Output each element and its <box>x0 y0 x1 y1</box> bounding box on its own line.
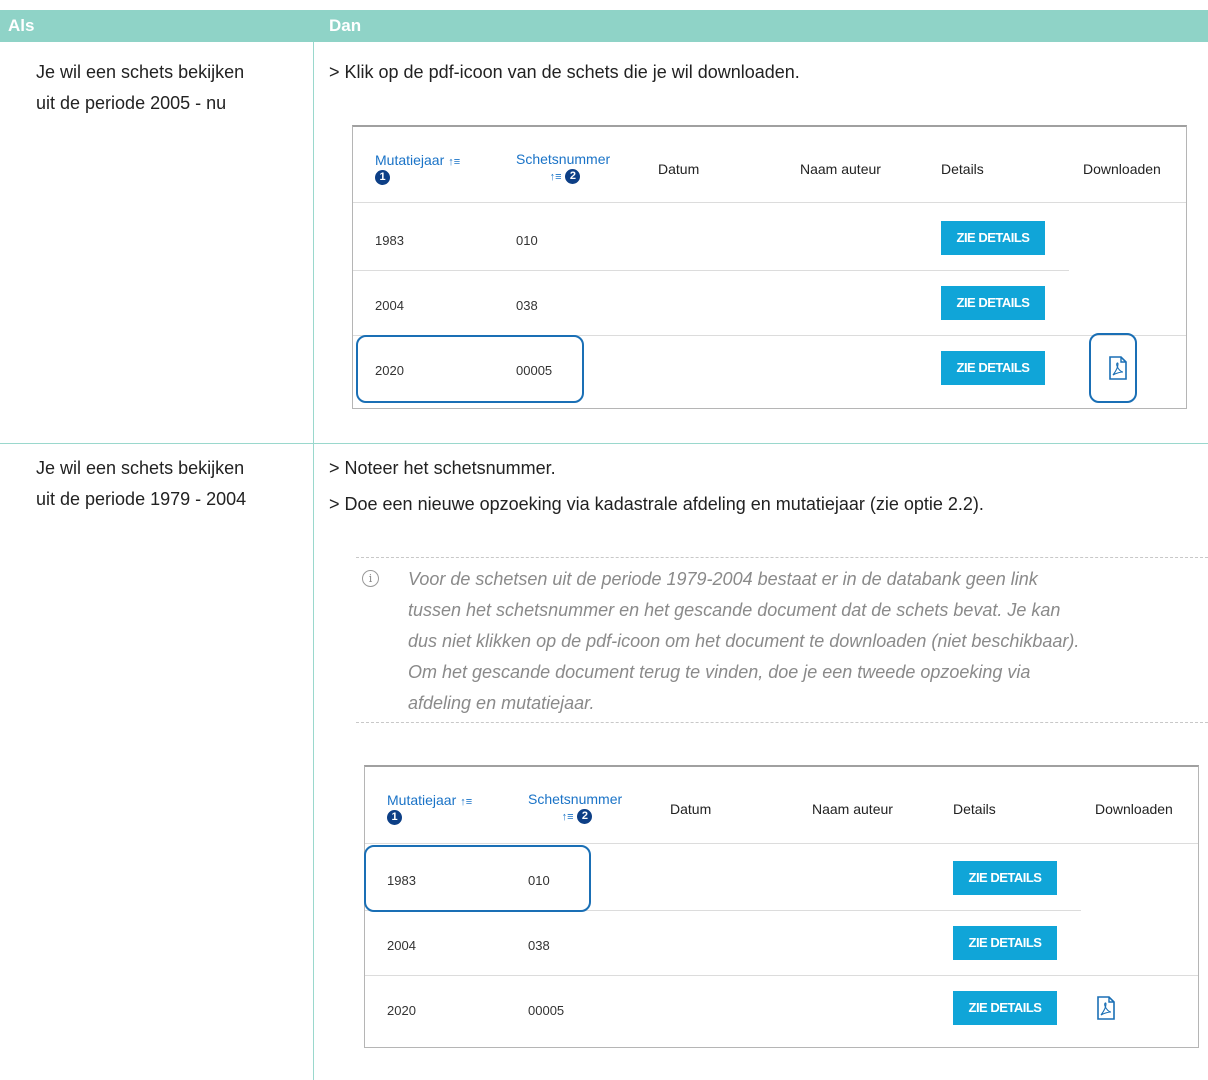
th-details: Details <box>941 161 984 177</box>
sort-icon[interactable]: ↑≡ <box>550 171 562 183</box>
row-divider <box>365 843 1198 844</box>
zie-details-button[interactable]: ZIE DETAILS <box>941 286 1045 320</box>
pdf-icon[interactable] <box>1096 996 1116 1020</box>
cell-nummer: 038 <box>516 298 538 313</box>
column-divider <box>313 42 314 1080</box>
step-nieuwe-opzoeking: > Doe een nieuwe opzoeking via kadastral… <box>329 494 984 514</box>
th-downloaden: Downloaden <box>1095 801 1173 817</box>
badge-2: 2 <box>577 808 593 824</box>
step-noteer: > Noteer het schetsnummer. <box>329 458 556 478</box>
info-note: i Voor de schetsen uit de periode 1979-2… <box>356 557 1208 723</box>
zie-details-button[interactable]: ZIE DETAILS <box>953 861 1057 895</box>
table-header: Als Dan <box>0 10 1208 42</box>
cell-nummer: 038 <box>528 938 550 953</box>
badge-2: 2 <box>565 168 581 184</box>
condition-1: Je wil een schets bekijken uit de period… <box>36 57 244 119</box>
cell-jaar: 2020 <box>387 1003 416 1018</box>
th-auteur: Naam auteur <box>800 161 881 177</box>
step-click-pdf: > Klik op de pdf-icoon van de schets die… <box>329 62 800 82</box>
sort-icon[interactable]: ↑≡ <box>448 156 460 168</box>
highlight-pdf-icon <box>1089 333 1137 403</box>
condition-1-line1: Je wil een schets bekijken <box>36 62 245 82</box>
th-auteur: Naam auteur <box>812 801 893 817</box>
th-schetsnummer[interactable]: Schetsnummer ↑≡ 2 <box>516 151 610 184</box>
instruction-table: Als Dan Je wil een schets bekijken uit d… <box>0 0 1208 1080</box>
th-details: Details <box>953 801 996 817</box>
cell-jaar: 2004 <box>387 938 416 953</box>
row-divider <box>353 270 1069 271</box>
condition-1-line2: uit de periode 2005 - nu <box>36 93 227 113</box>
badge-1: 1 <box>387 809 402 825</box>
row-divider <box>0 443 1208 444</box>
cell-jaar: 2004 <box>375 298 404 313</box>
sort-icon[interactable]: ↑≡ <box>460 796 472 808</box>
th-schetsnummer[interactable]: Schetsnummer ↑≡ 2 <box>528 791 622 824</box>
highlight-row-2020 <box>356 335 584 403</box>
zie-details-button[interactable]: ZIE DETAILS <box>941 351 1045 385</box>
zie-details-button[interactable]: ZIE DETAILS <box>953 991 1057 1025</box>
th-downloaden: Downloaden <box>1083 161 1161 177</box>
header-dan: Dan <box>329 16 362 35</box>
condition-2-line2: uit de periode 1979 - 2004 <box>36 489 247 509</box>
zie-details-button[interactable]: ZIE DETAILS <box>953 926 1057 960</box>
condition-2-line1: Je wil een schets bekijken <box>36 458 245 478</box>
cell-jaar: 1983 <box>375 233 404 248</box>
th-datum: Datum <box>670 801 712 817</box>
header-als: Als <box>8 16 35 35</box>
cell-nummer: 00005 <box>528 1003 565 1018</box>
highlight-row-1983 <box>364 845 591 912</box>
condition-2: Je wil een schets bekijken uit de period… <box>36 453 246 515</box>
sort-icon[interactable]: ↑≡ <box>562 811 574 823</box>
note-text: Voor de schetsen uit de periode 1979-200… <box>408 569 1080 713</box>
th-mutatiejaar[interactable]: Mutatiejaar ↑≡ 1 <box>387 792 472 825</box>
info-icon: i <box>362 570 379 587</box>
badge-1: 1 <box>375 169 390 185</box>
th-mutatiejaar[interactable]: Mutatiejaar ↑≡ 1 <box>375 152 460 185</box>
th-datum: Datum <box>658 161 700 177</box>
zie-details-button[interactable]: ZIE DETAILS <box>941 221 1045 255</box>
cell-nummer: 010 <box>516 233 538 248</box>
row-divider <box>365 975 1198 976</box>
row-divider <box>353 202 1186 203</box>
